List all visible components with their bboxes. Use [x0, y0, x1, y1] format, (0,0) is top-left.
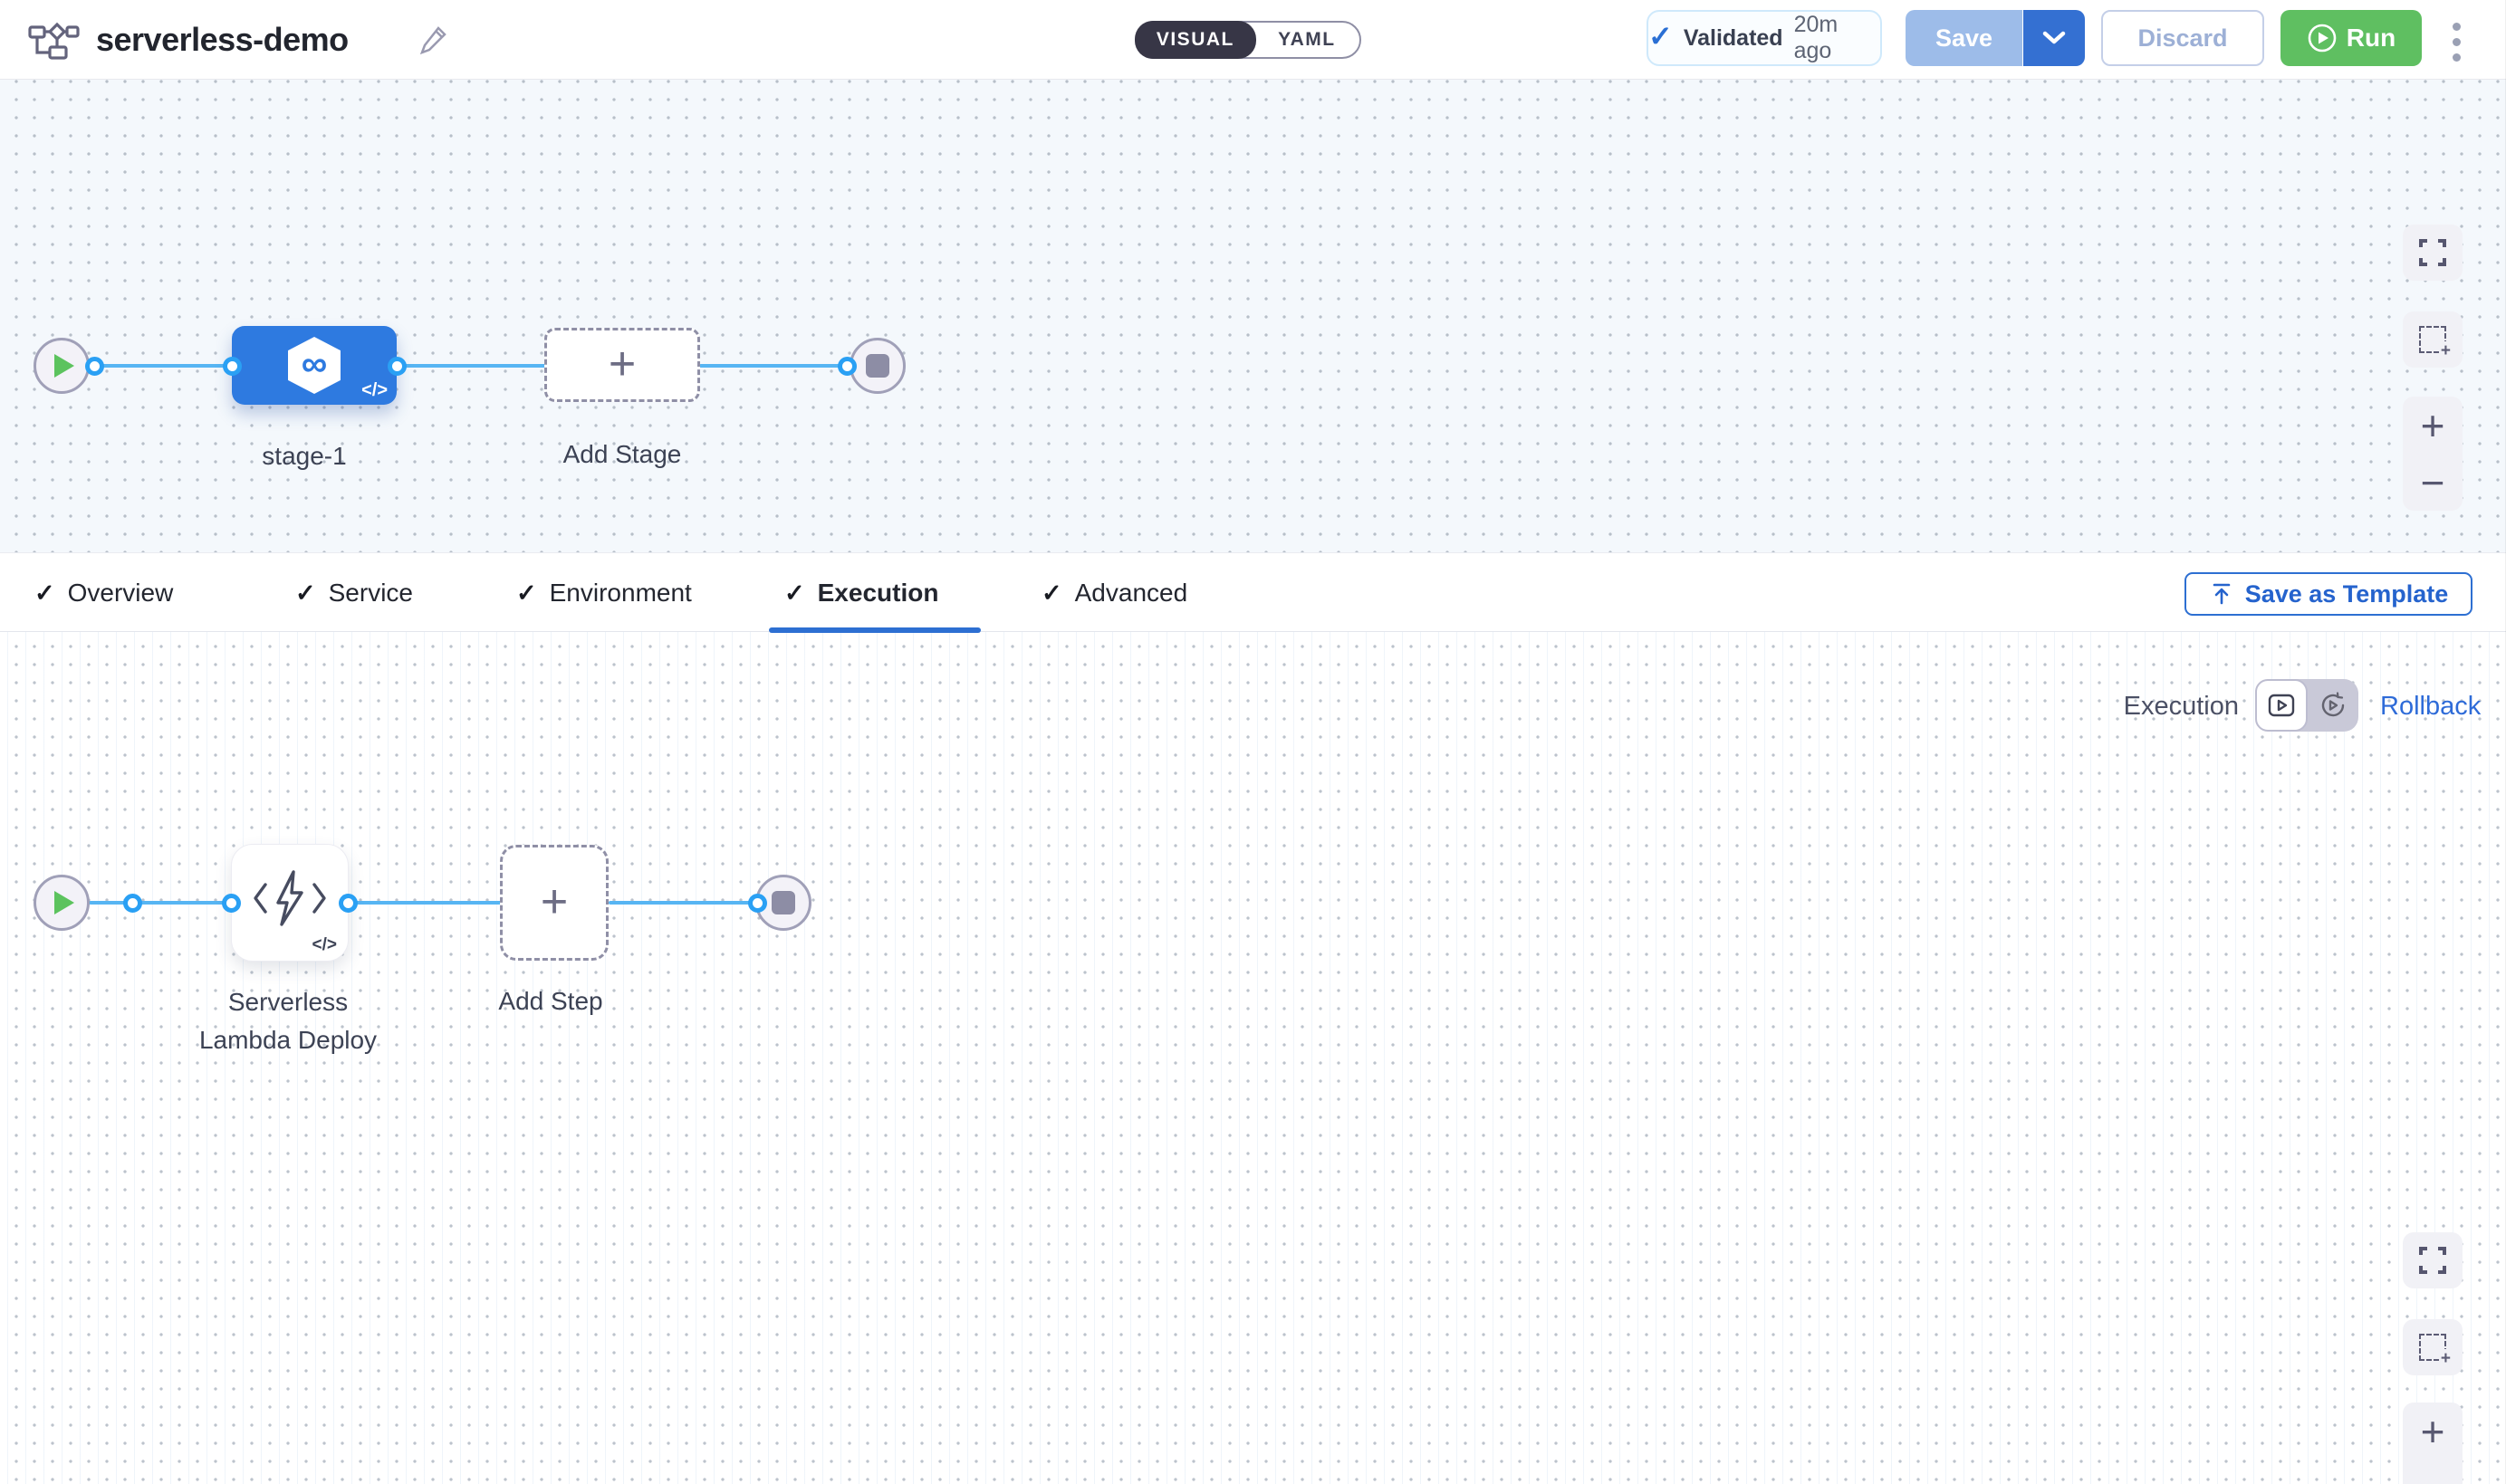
stop-icon	[772, 891, 795, 914]
edit-pencil-icon[interactable]	[418, 24, 449, 56]
selection-box-icon: +	[2419, 1334, 2446, 1361]
selection-box-icon: +	[2419, 326, 2446, 353]
pipeline-end-node	[850, 338, 906, 394]
step-label: Serverless Lambda Deploy	[152, 983, 424, 1059]
plus-icon: +	[609, 346, 636, 384]
check-icon: ✓	[784, 579, 805, 608]
fullscreen-icon	[2418, 1246, 2447, 1275]
circular-play-icon	[2319, 692, 2347, 719]
plus-icon: +	[541, 884, 568, 922]
check-icon: ✓	[516, 579, 537, 608]
add-stage-label: Add Stage	[486, 440, 758, 469]
edge	[609, 901, 761, 905]
check-icon: ✓	[295, 579, 316, 608]
code-icon: </>	[361, 380, 388, 401]
edge	[89, 901, 234, 905]
fullscreen-button[interactable]	[2403, 225, 2463, 281]
pipeline-studio: { "header": { "title": "serverless-demo"…	[0, 0, 2506, 1484]
validated-label: Validated	[1684, 25, 1783, 52]
zoom-out-button[interactable]: −	[2403, 454, 2463, 511]
multi-select-button[interactable]: +	[2403, 311, 2463, 368]
run-label: Run	[2347, 24, 2396, 53]
add-step-button[interactable]: +	[500, 845, 609, 961]
play-circle-icon	[2307, 23, 2338, 53]
validated-time: 20m ago	[1794, 12, 1880, 64]
validated-check-icon: ✓	[1648, 22, 1673, 51]
port	[85, 357, 104, 376]
steps-start-node	[34, 875, 90, 931]
save-dropdown-button[interactable]	[2023, 10, 2085, 66]
port	[339, 894, 358, 913]
zoom-in-button[interactable]: +	[2403, 397, 2463, 454]
port	[838, 357, 857, 376]
serverless-lambda-icon	[251, 868, 329, 928]
port	[123, 894, 142, 913]
rollback-link[interactable]: Rollback	[2380, 692, 2481, 722]
check-icon: ✓	[34, 579, 55, 608]
stage-label: stage-1	[168, 442, 440, 471]
execution-mode-label: Execution	[2083, 692, 2239, 722]
toggle-visual[interactable]: VISUAL	[1135, 21, 1256, 59]
header: serverless-demo VISUAL YAML ✓ Validated …	[0, 0, 2506, 80]
add-step-label: Add Step	[415, 987, 687, 1016]
tab-execution[interactable]: ✓ Execution	[784, 553, 938, 633]
edge	[89, 364, 234, 368]
run-button[interactable]: Run	[2280, 10, 2422, 66]
tab-overview[interactable]: ✓ Overview	[34, 553, 173, 633]
tab-service[interactable]: ✓ Service	[295, 553, 413, 633]
stage-pipeline-canvas[interactable]: ∞ </> + stage-1 Add Stage + + −	[0, 80, 2506, 552]
execution-view-button[interactable]	[2255, 679, 2308, 732]
pipeline-icon	[27, 20, 80, 62]
port	[223, 357, 242, 376]
zoom-controls: + −	[2403, 397, 2463, 511]
kebab-menu-button[interactable]	[2438, 16, 2474, 67]
toggle-yaml[interactable]: YAML	[1254, 23, 1359, 57]
validated-badge[interactable]: ✓ Validated 20m ago	[1647, 10, 1882, 66]
deploy-stage-icon: ∞	[288, 337, 341, 394]
discard-button[interactable]: Discard	[2101, 10, 2264, 66]
edge	[397, 364, 547, 368]
execution-rollback-toggle	[2255, 679, 2358, 732]
chevron-down-icon	[2041, 30, 2067, 46]
code-icon: </>	[312, 935, 337, 955]
page-title: serverless-demo	[96, 0, 349, 80]
active-tab-underline	[769, 627, 981, 633]
stage-node-stage-1[interactable]: ∞ </>	[232, 326, 397, 405]
rollback-view-button[interactable]	[2308, 679, 2358, 732]
execution-steps-canvas[interactable]: Execution Rollback </>	[0, 632, 2506, 1484]
add-stage-button[interactable]: +	[544, 328, 700, 402]
tab-advanced[interactable]: ✓ Advanced	[1042, 553, 1187, 633]
port	[388, 357, 407, 376]
check-icon: ✓	[1042, 579, 1062, 608]
upload-template-icon	[2209, 581, 2234, 607]
start-play-icon	[54, 891, 74, 914]
edge	[349, 901, 503, 905]
edge	[699, 364, 851, 368]
visual-yaml-toggle: VISUAL YAML	[1135, 21, 1361, 59]
multi-select-button[interactable]: +	[2403, 1319, 2463, 1375]
fullscreen-button[interactable]	[2403, 1232, 2463, 1288]
fullscreen-icon	[2418, 238, 2447, 267]
start-play-icon	[54, 354, 74, 378]
save-as-template-button[interactable]: Save as Template	[2184, 572, 2472, 616]
zoom-out-button[interactable]: −	[2403, 1460, 2463, 1484]
stage-config-tabbar: ✓ Overview ✓ Service ✓ Environment ✓ Exe…	[0, 552, 2506, 632]
zoom-in-button[interactable]: +	[2403, 1403, 2463, 1460]
port	[748, 894, 767, 913]
play-box-icon	[2268, 694, 2295, 717]
zoom-controls: + −	[2403, 1403, 2463, 1484]
save-split-button: Save	[1906, 10, 2085, 66]
pipeline-start-node	[34, 338, 90, 394]
tab-environment[interactable]: ✓ Environment	[516, 553, 692, 633]
port	[222, 894, 241, 913]
step-node-serverless-lambda-deploy[interactable]: </>	[231, 844, 349, 962]
save-button[interactable]: Save	[1906, 10, 2023, 66]
stop-icon	[866, 354, 889, 378]
